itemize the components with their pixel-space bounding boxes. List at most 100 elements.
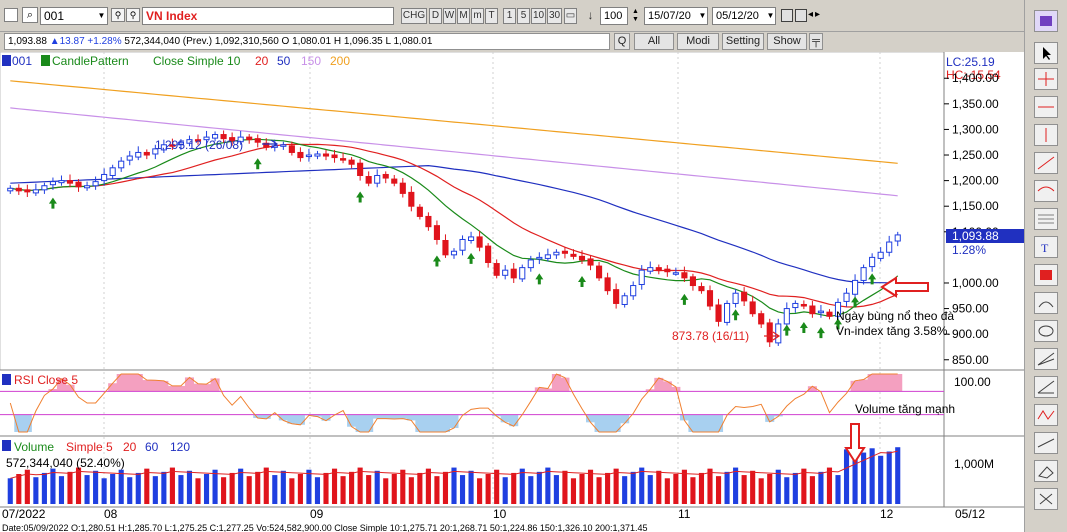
- print-icon[interactable]: [795, 9, 807, 22]
- 10min-button[interactable]: 10: [531, 8, 546, 24]
- rsi-oversold-fill: [423, 414, 433, 432]
- volume-bar: [135, 472, 141, 504]
- candle-body: [809, 305, 816, 315]
- cursor-mode-icon[interactable]: [1034, 10, 1058, 32]
- rsi-overbought-fill: [654, 377, 664, 392]
- symbol-dropdown-icon[interactable]: ▼: [96, 9, 107, 23]
- rsi-panel: [0, 373, 944, 433]
- volume-bar: [374, 470, 380, 504]
- chg-button[interactable]: CHG: [401, 8, 427, 24]
- candle-body: [399, 182, 406, 194]
- candle-body: [24, 189, 31, 193]
- zoom-icon[interactable]: ⚲: [111, 8, 125, 22]
- rsi-oversold-fill: [500, 414, 510, 423]
- crosshair-icon[interactable]: [1034, 68, 1058, 90]
- symbol-icon[interactable]: [4, 8, 18, 22]
- delete-tool-icon[interactable]: [1034, 488, 1058, 510]
- setting-button[interactable]: Setting: [722, 33, 764, 50]
- trend-line-icon[interactable]: [1034, 152, 1058, 174]
- regression-tool-icon[interactable]: [1034, 432, 1058, 454]
- tick-button[interactable]: T: [485, 8, 498, 24]
- candle-body: [544, 254, 551, 259]
- candle-body: [348, 159, 355, 165]
- pin-icon[interactable]: ╤: [809, 33, 823, 50]
- 5min-button[interactable]: 5: [517, 8, 530, 24]
- weekly-button[interactable]: W: [443, 8, 456, 24]
- volume-bar: [707, 468, 713, 504]
- chart-area[interactable]: 001 CandlePattern Close Simple 10 20 50 …: [0, 52, 1024, 532]
- horizontal-line-icon[interactable]: [1034, 96, 1058, 118]
- volume-bar: [212, 469, 218, 504]
- volume-bar: [280, 470, 286, 504]
- 30min-button[interactable]: 30: [547, 8, 562, 24]
- rsi-oversold-fill: [372, 414, 382, 419]
- candle-body: [613, 289, 620, 304]
- candle-body: [58, 180, 65, 184]
- volume-bar: [562, 470, 568, 504]
- period-stepper-icon[interactable]: ▲ ▼: [630, 8, 641, 24]
- erase-tool-icon[interactable]: [1034, 460, 1058, 482]
- monthly-button[interactable]: M: [457, 8, 470, 24]
- volume-bar: [886, 451, 892, 504]
- candle-body: [84, 185, 91, 189]
- volume-bar: [50, 468, 56, 504]
- text-tool-icon[interactable]: T: [1034, 236, 1058, 258]
- lock-icon[interactable]: ▭: [564, 8, 577, 24]
- date-from-dropdown-icon[interactable]: ▼: [697, 9, 708, 23]
- all-button[interactable]: All: [634, 33, 674, 50]
- zigzag-tool-icon[interactable]: [1034, 404, 1058, 426]
- volume-bar: [570, 478, 577, 504]
- y-tick-label: 1,000.00: [952, 276, 999, 290]
- daily-button[interactable]: D: [429, 8, 442, 24]
- volume-panel: [7, 447, 901, 504]
- rsi-overbought-fill: [876, 374, 886, 392]
- candle-body: [749, 301, 756, 315]
- volume-bar: [41, 472, 47, 504]
- ellipse-tool-icon[interactable]: [1034, 320, 1058, 342]
- candle-body: [741, 291, 748, 302]
- period-count-input[interactable]: 100: [600, 7, 628, 25]
- x-label-nov: 11: [678, 507, 691, 521]
- search-icon[interactable]: ⌕: [22, 7, 38, 23]
- pointer-icon[interactable]: [1034, 42, 1058, 64]
- gann-tool-icon[interactable]: [1034, 376, 1058, 398]
- 1min-button[interactable]: 1: [503, 8, 516, 24]
- volume-bar: [221, 477, 227, 504]
- last-price-tag: 1,093.88: [952, 229, 999, 243]
- q-button[interactable]: Q: [614, 33, 630, 50]
- legend-ma150: 150: [301, 54, 321, 68]
- candle-body: [587, 258, 594, 266]
- vertical-line-icon[interactable]: [1034, 124, 1058, 146]
- down-arrow-icon[interactable]: ↓: [584, 8, 597, 24]
- channel-icon[interactable]: [1034, 180, 1058, 202]
- volume-bar: [826, 467, 833, 504]
- date-to-dropdown-icon[interactable]: ▼: [765, 9, 776, 23]
- volume-bar: [647, 475, 653, 504]
- arc-tool-icon[interactable]: [1034, 292, 1058, 314]
- candle-body: [297, 151, 304, 159]
- fibonacci-icon[interactable]: [1034, 208, 1058, 230]
- volume-bar: [715, 476, 722, 504]
- volume-bar: [587, 469, 594, 504]
- save-icon[interactable]: [781, 9, 793, 22]
- volume-bar: [622, 476, 628, 504]
- volume-bar: [579, 474, 585, 504]
- compare-icon[interactable]: ⚲: [126, 8, 140, 22]
- volume-bar: [639, 467, 645, 504]
- volume-bar: [203, 474, 210, 504]
- chart-canvas[interactable]: 001 CandlePattern Close Simple 10 20 50 …: [0, 52, 1024, 532]
- minute-button[interactable]: m: [471, 8, 484, 24]
- scroll-right-icon[interactable]: ▸: [815, 8, 823, 22]
- candle-body: [886, 241, 893, 253]
- legend-ma10: Close Simple 10: [153, 54, 241, 68]
- modi-button[interactable]: Modi: [677, 33, 719, 50]
- volume-bar: [511, 472, 517, 504]
- volume-bar: [553, 475, 559, 504]
- show-button[interactable]: Show: [767, 33, 807, 50]
- volume-bar: [698, 472, 705, 504]
- candle-body: [254, 138, 261, 143]
- rsi-oversold-fill: [714, 414, 724, 432]
- shape-tool-icon[interactable]: [1034, 264, 1058, 286]
- fan-tool-icon[interactable]: [1034, 348, 1058, 370]
- y-tick-label: 1,350.00: [952, 97, 999, 111]
